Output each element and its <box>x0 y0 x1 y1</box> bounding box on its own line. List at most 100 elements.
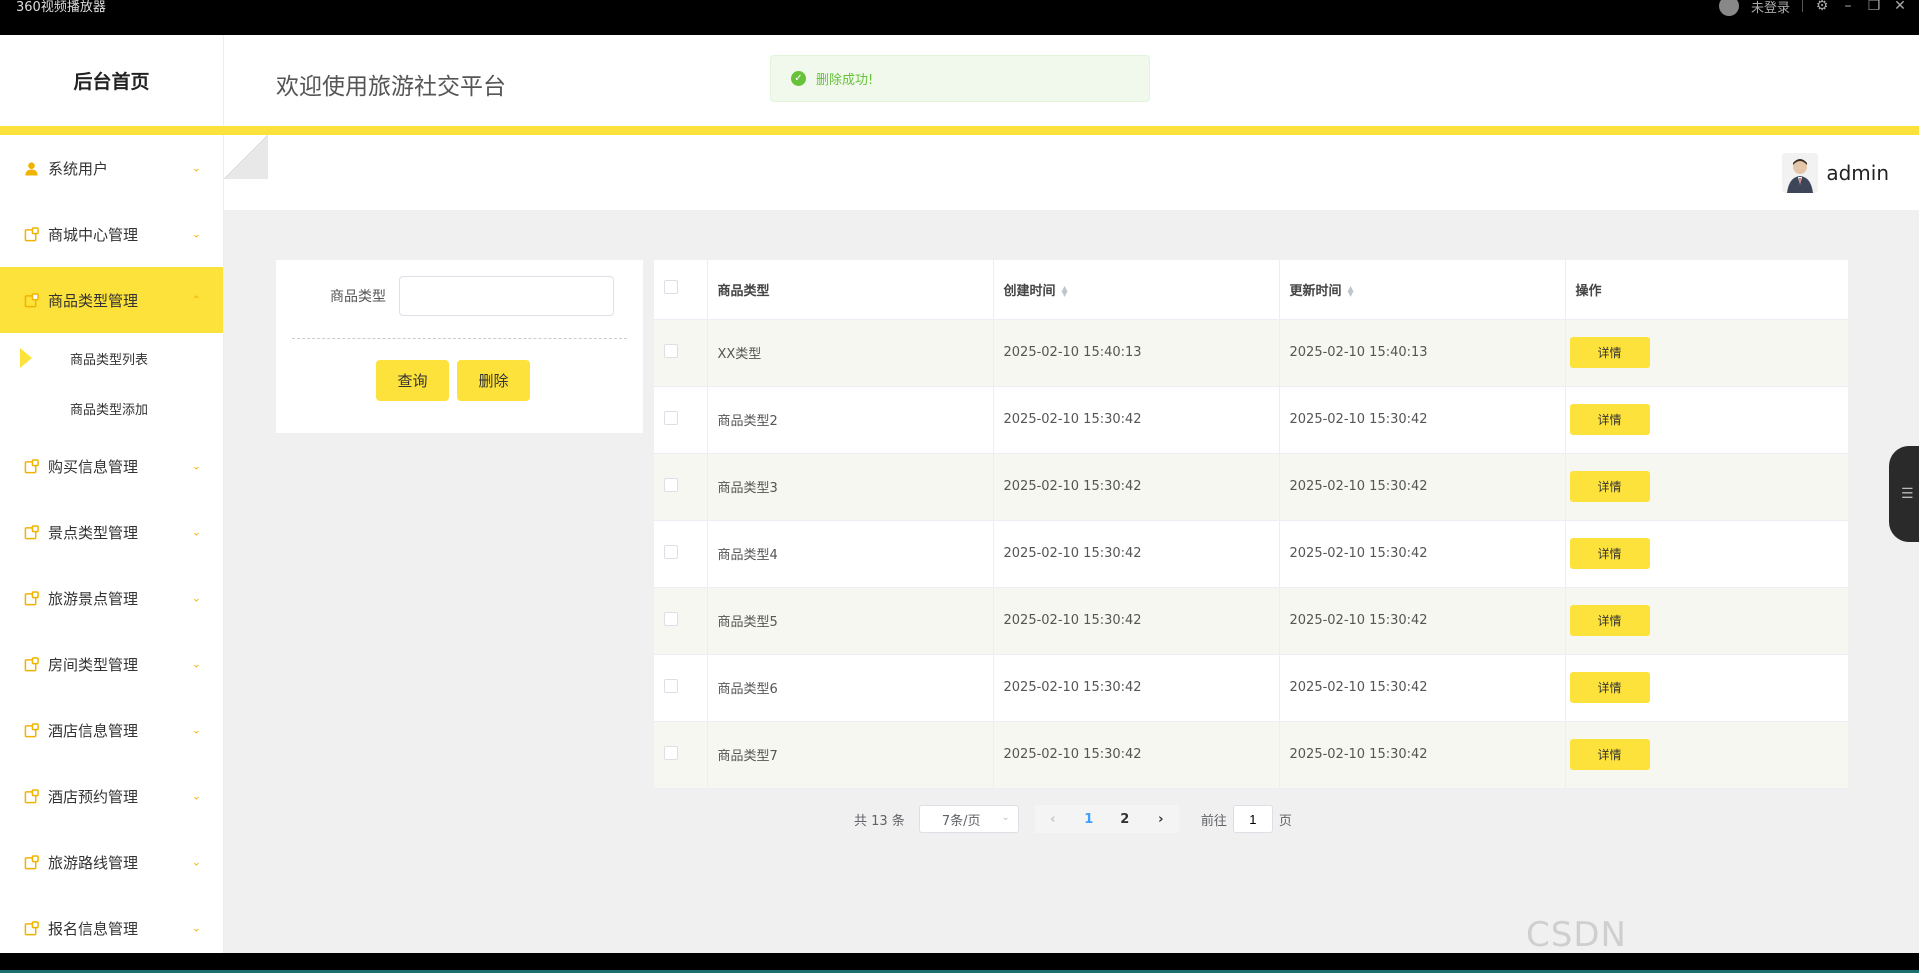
chevron-down-icon: ⌄ <box>191 657 201 671</box>
prev-page-button[interactable]: ‹ <box>1034 805 1071 833</box>
sidebar-subitem[interactable]: 商品类型添加 <box>0 383 223 433</box>
brand-home-link[interactable]: 后台首页 <box>0 35 224 126</box>
page-buttons: ‹ 1 2 › <box>1034 805 1179 833</box>
cell-updated: 2025-02-10 15:30:42 <box>1279 520 1566 588</box>
goto-page-input[interactable] <box>1232 805 1273 833</box>
table-row: 商品类型7 2025-02-10 15:30:42 2025-02-10 15:30… <box>654 721 1848 789</box>
cell-type: 商品类型5 <box>707 587 994 655</box>
table-row: 商品类型2 2025-02-10 15:30:42 2025-02-10 15:30… <box>654 386 1848 454</box>
row-select-cell <box>654 654 708 722</box>
cell-updated: 2025-02-10 15:30:42 <box>1279 453 1566 521</box>
sidebar-item[interactable]: 房间类型管理 ⌄ <box>0 631 223 697</box>
doc-icon <box>24 788 39 804</box>
select-all-checkbox[interactable] <box>664 280 678 295</box>
goto-suffix: 页 <box>1278 813 1292 829</box>
table-row: 商品类型3 2025-02-10 15:30:42 2025-02-10 15:30… <box>654 453 1848 521</box>
next-page-button[interactable]: › <box>1142 805 1179 833</box>
check-circle-icon: ✓ <box>791 71 806 86</box>
detail-button[interactable]: 详情 <box>1569 471 1650 502</box>
sort-icon[interactable]: ▲ ▼ <box>1348 285 1354 298</box>
cell-created: 2025-02-10 15:40:13 <box>993 319 1280 387</box>
detail-button[interactable]: 详情 <box>1569 538 1650 569</box>
goto-label: 前往 <box>1200 813 1227 829</box>
cell-type: 商品类型6 <box>707 654 994 722</box>
table-row: 商品类型5 2025-02-10 15:30:42 2025-02-10 15:30… <box>654 587 1848 655</box>
sidebar-subitem-label: 商品类型列表 <box>70 352 149 368</box>
cell-type: XX类型 <box>707 319 994 387</box>
sidebar-item[interactable]: 旅游路线管理 ⌄ <box>0 829 223 895</box>
row-checkbox[interactable] <box>664 343 678 358</box>
cell-created: 2025-02-10 15:30:42 <box>993 453 1280 521</box>
sidebar-item[interactable]: 旅游景点管理 ⌄ <box>0 565 223 631</box>
cell-actions: 详情 <box>1565 520 1848 588</box>
header-updated[interactable]: 更新时间 ▲ ▼ <box>1279 260 1566 320</box>
doc-icon <box>24 854 39 870</box>
sidebar-item[interactable]: 系统用户 ⌄ <box>0 135 223 201</box>
header-created[interactable]: 创建时间 ▲ ▼ <box>993 260 1280 320</box>
sidebar-item[interactable]: 酒店信息管理 ⌄ <box>0 697 223 763</box>
search-input[interactable] <box>399 276 614 316</box>
login-avatar-icon[interactable] <box>1718 0 1739 16</box>
detail-button[interactable]: 详情 <box>1569 739 1650 770</box>
chevron-down-icon: ⌄ <box>191 723 201 737</box>
login-status[interactable]: 未登录 <box>1751 0 1790 16</box>
table-header-row: 商品类型 创建时间 ▲ ▼ 更新时间 ▲ ▼ 操作 <box>654 260 1848 320</box>
cell-actions: 详情 <box>1565 386 1848 454</box>
toast-message: 删除成功! <box>816 73 874 88</box>
cell-updated: 2025-02-10 15:30:42 <box>1279 721 1566 789</box>
sidebar-item-label: 商城中心管理 <box>48 225 139 244</box>
list-icon: ☰ <box>1901 486 1914 502</box>
sort-icon[interactable]: ▲ ▼ <box>1062 285 1068 298</box>
row-select-cell <box>654 721 708 789</box>
delete-button[interactable]: 删除 <box>457 360 530 401</box>
user-menu[interactable]: admin <box>1782 153 1889 193</box>
sidebar-item[interactable]: 酒店预约管理 ⌄ <box>0 763 223 829</box>
row-checkbox[interactable] <box>664 745 678 760</box>
row-checkbox[interactable] <box>664 410 678 425</box>
page-size-select[interactable]: 7条/页 ⌄ <box>918 805 1019 833</box>
restore-icon[interactable]: ❐ <box>1867 0 1881 14</box>
cell-actions: 详情 <box>1565 319 1848 387</box>
header: 后台首页 欢迎使用旅游社交平台 ✓ 删除成功! <box>0 35 1919 126</box>
row-checkbox[interactable] <box>664 611 678 626</box>
page-button-1[interactable]: 1 <box>1070 805 1107 833</box>
floating-panel-toggle[interactable]: ☰ <box>1889 446 1919 542</box>
doc-icon <box>24 590 39 606</box>
detail-button[interactable]: 详情 <box>1569 404 1650 435</box>
user-icon <box>24 161 39 176</box>
sidebar-item[interactable]: 景点类型管理 ⌄ <box>0 499 223 565</box>
row-checkbox[interactable] <box>664 678 678 693</box>
close-icon[interactable]: ✕ <box>1893 0 1907 14</box>
row-checkbox[interactable] <box>664 544 678 559</box>
chevron-down-icon: ⌄ <box>191 525 201 539</box>
chevron-down-icon: ⌄ <box>191 591 201 605</box>
collapse-toggle-icon[interactable] <box>224 135 268 179</box>
cell-created: 2025-02-10 15:30:42 <box>993 654 1280 722</box>
sidebar-item[interactable]: 报名信息管理 ⌄ <box>0 895 223 953</box>
page-button-2[interactable]: 2 <box>1106 805 1143 833</box>
sidebar: 系统用户 ⌄ 商城中心管理 ⌄ 商品类型管理 ⌃ 商品类型列表 商品类型添加 购买信息管理 ⌄ 景点… <box>0 135 224 953</box>
sidebar-subitem[interactable]: 商品类型列表 <box>0 333 223 383</box>
bottom-progress-bar <box>0 953 1919 973</box>
row-checkbox[interactable] <box>664 477 678 492</box>
chevron-down-icon: ⌄ <box>191 459 201 473</box>
row-select-cell <box>654 386 708 454</box>
sidebar-item-label: 购买信息管理 <box>48 457 139 476</box>
success-toast: ✓ 删除成功! <box>770 55 1150 102</box>
sidebar-item[interactable]: 商品类型管理 ⌃ <box>0 267 223 333</box>
sidebar-item[interactable]: 商城中心管理 ⌄ <box>0 201 223 267</box>
minimize-icon[interactable]: – <box>1841 0 1855 14</box>
sidebar-item-label: 酒店预约管理 <box>48 787 139 806</box>
query-button[interactable]: 查询 <box>376 360 449 401</box>
cell-created: 2025-02-10 15:30:42 <box>993 587 1280 655</box>
detail-button[interactable]: 详情 <box>1569 337 1650 368</box>
row-select-cell <box>654 453 708 521</box>
row-select-cell <box>654 319 708 387</box>
page-size-value: 7条/页 <box>941 813 981 829</box>
detail-button[interactable]: 详情 <box>1569 672 1650 703</box>
cell-type: 商品类型2 <box>707 386 994 454</box>
settings-icon[interactable]: ⚙ <box>1815 0 1829 14</box>
sidebar-item[interactable]: 购买信息管理 ⌄ <box>0 433 223 499</box>
detail-button[interactable]: 详情 <box>1569 605 1650 636</box>
doc-icon <box>24 656 39 672</box>
